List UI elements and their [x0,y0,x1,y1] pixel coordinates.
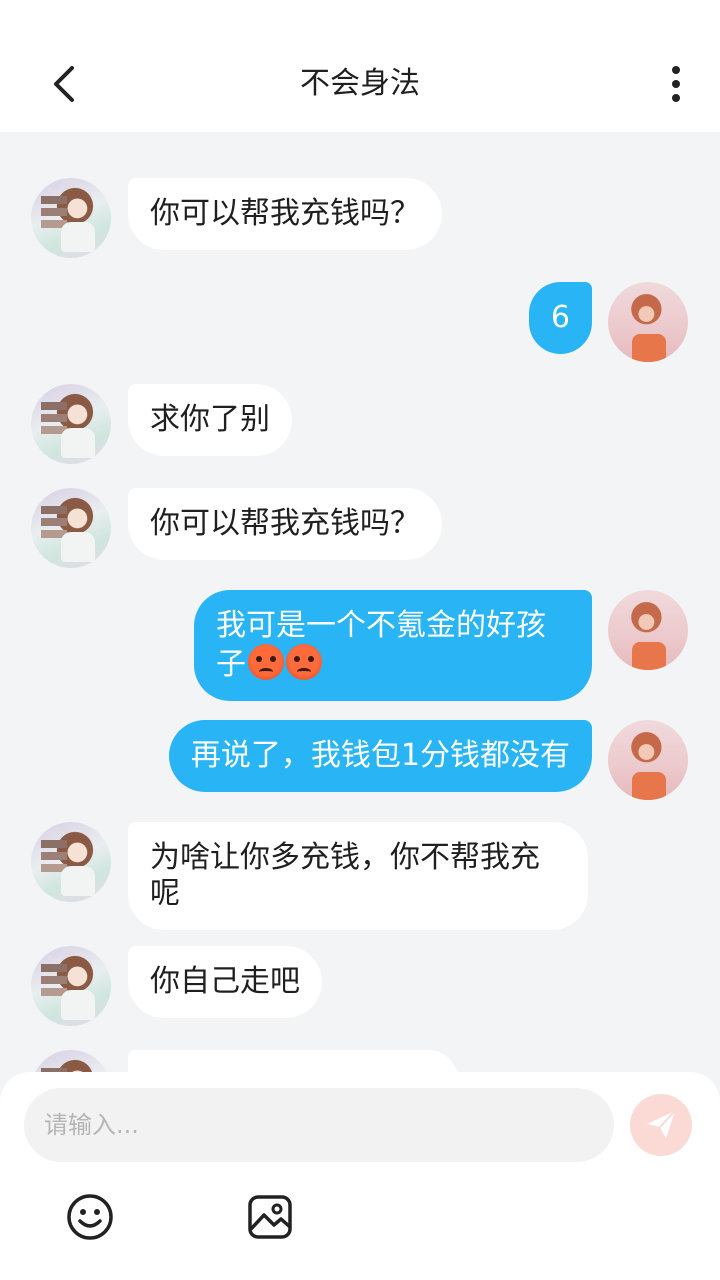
contact-avatar[interactable] [31,1050,111,1072]
angry-face-icon [248,644,284,680]
my-avatar[interactable] [608,590,688,670]
contact-avatar[interactable] [31,946,111,1026]
my-avatar[interactable] [608,720,688,800]
smiley-icon [67,1194,113,1240]
message-bubble-received[interactable]: 你可以帮我充钱吗？ [128,178,442,250]
image-button[interactable] [245,1192,295,1242]
vertical-dots-icon [672,66,680,102]
composer-panel [0,1072,720,1280]
message-list[interactable]: 你可以帮我充钱吗？ 6 求你了别 你可以帮我充钱吗？ 我可是一个不氪金的好孩子 … [0,132,720,1072]
message-bubble-received[interactable]: 你可以帮我充钱吗？ [128,488,442,560]
message-input[interactable] [24,1088,614,1162]
paper-plane-icon [647,1110,676,1139]
contact-avatar[interactable] [31,822,111,902]
image-icon [248,1195,292,1239]
message-bubble-sent[interactable]: 再说了，我钱包1分钱都没有 [168,720,592,792]
top-bar: 不会身法 [0,0,720,132]
angry-face-icon [286,644,322,680]
my-avatar[interactable] [608,282,688,362]
more-options-button[interactable] [652,60,700,108]
contact-avatar[interactable] [31,488,111,568]
emoji-button[interactable] [65,1192,115,1242]
message-bubble-received[interactable]: 你自己走吧 [128,946,322,1018]
message-bubble-received[interactable]: 为啥让你多充钱，你不帮我充呢 [128,822,588,930]
send-button[interactable] [630,1094,692,1156]
message-bubble-received[interactable]: 求你了别 [128,384,292,456]
contact-avatar[interactable] [31,178,111,258]
contact-avatar[interactable] [31,384,111,464]
message-bubble-received[interactable] [128,1050,458,1072]
message-bubble-sent[interactable]: 6 [528,282,592,354]
chat-title: 不会身法 [300,66,420,101]
message-bubble-sent[interactable]: 我可是一个不氪金的好孩子 [194,590,592,701]
